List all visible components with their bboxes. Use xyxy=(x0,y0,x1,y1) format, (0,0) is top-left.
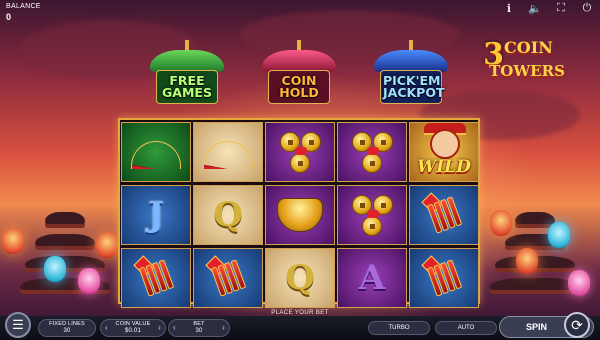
spin-label: SPIN xyxy=(526,322,548,332)
balance-value: 0 xyxy=(6,12,12,22)
symbol-q: Q xyxy=(265,248,335,308)
bet-decrease-icon[interactable]: ‹ xyxy=(173,324,176,332)
bet-value: 30 xyxy=(195,328,203,334)
coin-value-stepper: ‹ COIN VALUE $0.01 › xyxy=(100,319,166,337)
spin-icon-button[interactable]: ⟳ xyxy=(564,312,590,338)
balance-label: BALANCE xyxy=(6,3,41,10)
auto-button[interactable]: AUTO xyxy=(435,321,497,335)
gold-boat-icon xyxy=(277,198,323,232)
symbol-coins xyxy=(337,122,407,182)
fan-icon xyxy=(131,141,181,169)
turbo-button[interactable]: TURBO xyxy=(368,321,430,335)
feature-line2: GAMES xyxy=(162,85,212,100)
fullscreen-icon[interactable]: ⛶ xyxy=(554,2,568,15)
coin-value-label: COIN VALUE xyxy=(115,321,151,327)
lantern xyxy=(2,228,24,254)
lantern xyxy=(516,248,538,274)
wild-label: WILD xyxy=(417,157,471,177)
top-icons: ℹ 🔈 ⛶ ⏻ xyxy=(502,2,594,15)
coin-value-increase-icon[interactable]: › xyxy=(158,324,161,332)
symbol-firecrackers xyxy=(409,185,479,245)
symbol-firecrackers xyxy=(193,248,263,308)
fixed-lines-label: FIXED LINES xyxy=(49,321,85,327)
symbol-wild: WILD xyxy=(409,122,479,182)
lantern xyxy=(548,222,570,248)
fan-icon xyxy=(203,141,253,169)
feature-coin-hold: COIN HOLD xyxy=(258,40,340,120)
lantern xyxy=(568,270,590,296)
coin-value-decrease-icon[interactable]: ‹ xyxy=(105,324,108,332)
feature-line2: JACKPOT xyxy=(383,85,445,100)
symbol-gold-boat xyxy=(265,185,335,245)
logo-word-coin: COIN xyxy=(504,38,553,57)
symbol-coins xyxy=(337,185,407,245)
feature-free-games: FREE GAMES xyxy=(146,40,228,120)
symbol-firecrackers xyxy=(121,248,191,308)
lantern xyxy=(78,268,100,294)
coin-value-value: $0.01 xyxy=(124,328,141,334)
symbol-fan xyxy=(121,122,191,182)
letter-q: Q xyxy=(285,258,315,298)
wild-face-icon xyxy=(430,129,460,159)
letter-q: Q xyxy=(213,195,243,235)
fixed-lines-value: 30 xyxy=(63,328,71,334)
feature-pickem-jackpot: PICK'EM JACKPOT xyxy=(370,40,452,120)
symbol-q: Q xyxy=(193,185,263,245)
fixed-lines-display: FIXED LINES 30 xyxy=(38,319,96,337)
feature-line2: HOLD xyxy=(279,85,319,100)
lantern xyxy=(44,256,66,282)
power-icon[interactable]: ⏻ xyxy=(580,2,594,15)
menu-icon: ☰ xyxy=(12,317,24,332)
symbol-j: J xyxy=(121,185,191,245)
lantern xyxy=(490,210,512,236)
bet-stepper: ‹ BET 30 › xyxy=(168,319,230,337)
lantern xyxy=(96,232,118,258)
bet-label: BET xyxy=(193,321,205,327)
symbol-a: A xyxy=(337,248,407,308)
letter-a: A xyxy=(358,258,386,298)
menu-button[interactable]: ☰ xyxy=(5,312,31,338)
sound-icon[interactable]: 🔈 xyxy=(528,2,542,15)
reel-grid: WILD J Q Q A xyxy=(118,118,480,308)
symbol-firecrackers xyxy=(409,248,479,308)
spin-refresh-icon: ⟳ xyxy=(571,316,583,333)
game-logo: 3COIN TOWERS xyxy=(468,40,568,79)
symbol-fan xyxy=(193,122,263,182)
symbol-coins xyxy=(265,122,335,182)
letter-j: J xyxy=(147,195,165,235)
info-icon[interactable]: ℹ xyxy=(502,2,516,15)
bet-increase-icon[interactable]: › xyxy=(222,324,225,332)
